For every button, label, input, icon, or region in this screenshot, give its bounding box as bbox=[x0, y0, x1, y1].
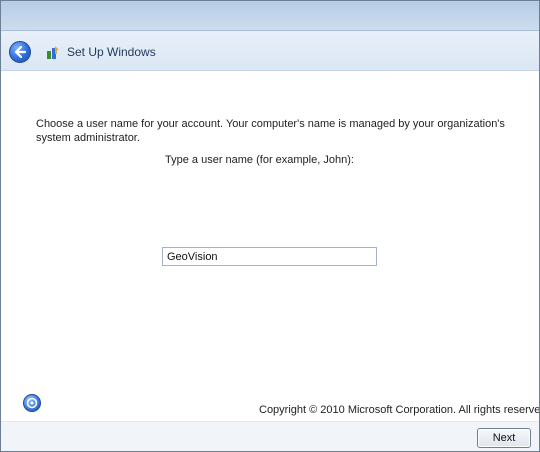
ease-of-access-icon[interactable] bbox=[23, 394, 41, 412]
back-arrow-icon bbox=[14, 45, 27, 59]
window-frame-top bbox=[1, 1, 539, 31]
copyright-text: Copyright © 2010 Microsoft Corporation. … bbox=[259, 404, 540, 416]
instruction-text: Choose a user name for your account. You… bbox=[36, 118, 505, 144]
window-title: Set Up Windows bbox=[67, 45, 156, 59]
ease-of-access-glyph-icon bbox=[26, 397, 38, 409]
username-input[interactable] bbox=[162, 247, 377, 266]
footer-band bbox=[1, 422, 539, 451]
back-button[interactable] bbox=[9, 41, 31, 63]
windows-setup-icon bbox=[47, 46, 59, 59]
username-label: Type a user name (for example, John): bbox=[165, 154, 354, 166]
setup-window: Set Up Windows Choose a user name for yo… bbox=[0, 0, 540, 452]
next-button[interactable]: Next bbox=[477, 428, 531, 448]
